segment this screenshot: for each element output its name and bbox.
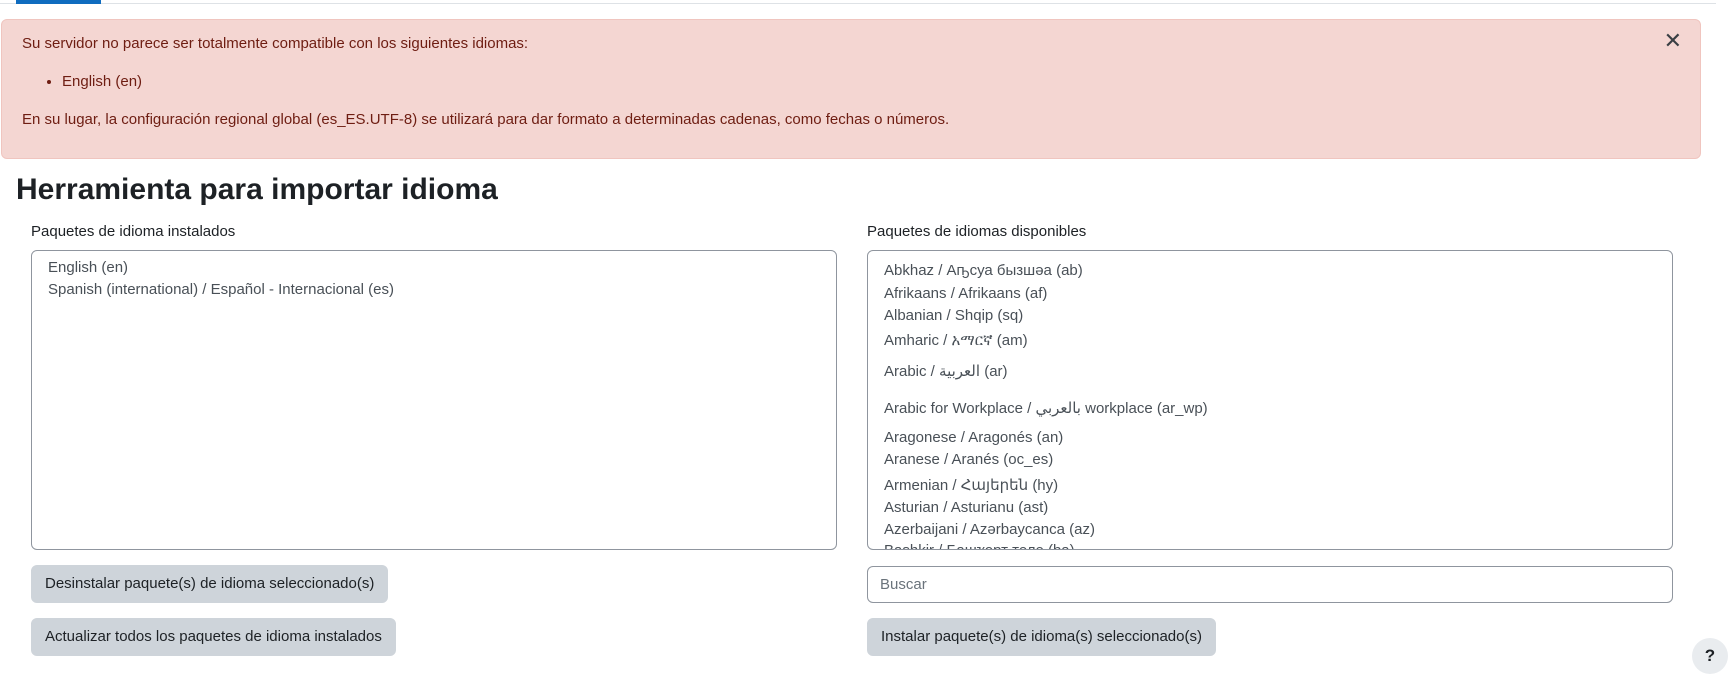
installed-packs-label: Paquetes de idioma instalados <box>31 223 236 240</box>
available-packs-list[interactable]: Abkhaz / Аҧсуа бызшәа (ab) Afrikaans / A… <box>867 250 1673 550</box>
uninstall-selected-button[interactable]: Desinstalar paquete(s) de idioma selecci… <box>31 565 389 603</box>
available-pack-option[interactable]: Arabic / العربية (ar) <box>884 362 1008 380</box>
unsupported-languages-alert: Su servidor no parece ser totalmente com… <box>1 19 1701 159</box>
available-pack-option[interactable]: Armenian / Հայերեն (hy) <box>884 476 1058 494</box>
available-pack-option[interactable]: Abkhaz / Аҧсуа бызшәа (ab) <box>884 262 1083 279</box>
active-tab-indicator[interactable] <box>16 0 101 4</box>
close-icon[interactable]: ✕ <box>1664 30 1682 52</box>
available-pack-option[interactable]: Asturian / Asturianu (ast) <box>884 499 1048 516</box>
help-icon[interactable]: ? <box>1692 638 1728 674</box>
alert-language-item: English (en) <box>62 73 142 90</box>
available-pack-option[interactable]: Albanian / Shqip (sq) <box>884 307 1023 324</box>
available-pack-option[interactable]: Azerbaijani / Azərbaycanca (az) <box>884 521 1095 538</box>
alert-language-list: English (en) <box>42 73 142 90</box>
installed-pack-option[interactable]: English (en) <box>48 259 128 276</box>
page-title: Herramienta para importar idioma <box>16 173 498 206</box>
available-pack-option[interactable]: Bashkir / Башҡорт теле (ba) <box>884 542 1075 549</box>
update-all-button[interactable]: Actualizar todos los paquetes de idioma … <box>31 618 396 656</box>
available-pack-option[interactable]: Aranese / Aranés (oc_es) <box>884 451 1053 468</box>
alert-note: En su lugar, la configuración regional g… <box>22 111 950 128</box>
available-pack-option[interactable]: Amharic / አማርኛ (am) <box>884 332 1028 349</box>
install-selected-button[interactable]: Instalar paquete(s) de idioma(s) selecci… <box>867 618 1216 656</box>
available-pack-option[interactable]: Aragonese / Aragonés (an) <box>884 429 1063 446</box>
available-packs-label: Paquetes de idiomas disponibles <box>867 223 1087 240</box>
alert-message: Su servidor no parece ser totalmente com… <box>22 35 529 52</box>
available-pack-option[interactable]: Afrikaans / Afrikaans (af) <box>884 285 1047 302</box>
installed-pack-option[interactable]: Spanish (international) / Español - Inte… <box>48 281 394 298</box>
available-pack-option[interactable]: Arabic for Workplace / بالعربي workplace… <box>884 399 1208 417</box>
search-input[interactable] <box>867 566 1673 603</box>
top-tab-strip <box>0 0 1716 4</box>
installed-packs-list[interactable]: English (en) Spanish (international) / E… <box>31 250 837 550</box>
